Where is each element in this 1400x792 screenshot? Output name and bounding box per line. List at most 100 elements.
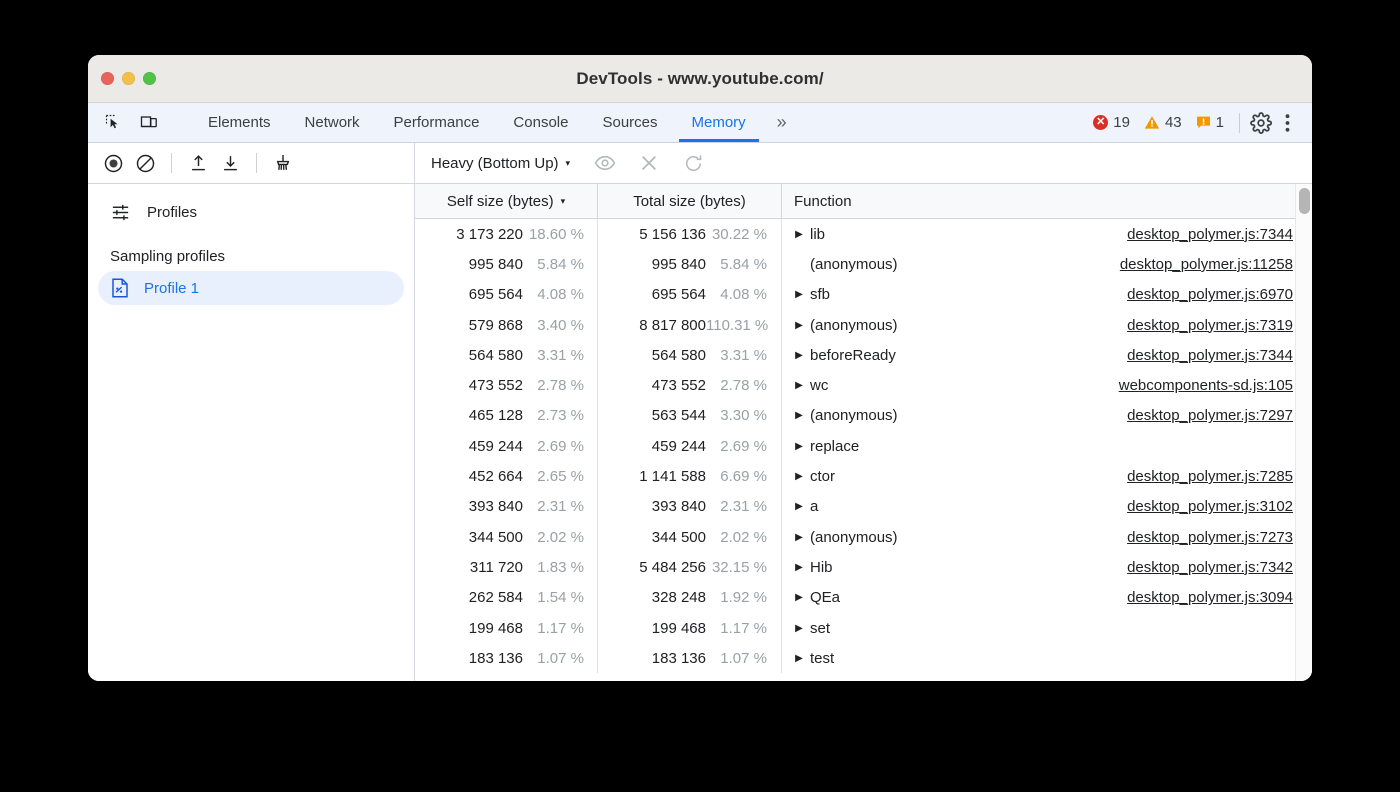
error-counter[interactable]: ✕ 19 <box>1086 114 1137 131</box>
table-row[interactable]: 311 7201.83 %5 484 25632.15 %▶Hibdesktop… <box>415 552 1295 582</box>
expand-triangle-icon[interactable]: ▶ <box>792 470 806 484</box>
total-size-value: 8 817 800 <box>598 317 706 334</box>
expand-triangle-icon[interactable]: ▶ <box>792 439 806 453</box>
cell-total-size: 473 5522.78 % <box>598 370 782 400</box>
more-tabs-icon[interactable]: » <box>763 103 801 142</box>
table-scrollbar-thumb[interactable] <box>1299 188 1310 214</box>
source-link[interactable]: desktop_polymer.js:3102 <box>1127 498 1293 515</box>
self-size-percent: 2.73 % <box>523 407 591 424</box>
self-size-value: 465 128 <box>415 407 523 424</box>
table-row[interactable]: 473 5522.78 %473 5522.78 %▶wcwebcomponen… <box>415 370 1295 400</box>
source-link[interactable]: desktop_polymer.js:6970 <box>1127 286 1293 303</box>
table-row[interactable]: 995 8405.84 %995 8405.84 %(anonymous)des… <box>415 249 1295 279</box>
load-upload-icon[interactable] <box>185 150 211 176</box>
expand-triangle-icon[interactable]: ▶ <box>792 591 806 605</box>
info-counter[interactable]: 1 <box>1189 114 1231 131</box>
table-row[interactable]: 579 8683.40 %8 817 800110.31 %▶(anonymou… <box>415 310 1295 340</box>
source-link[interactable]: desktop_polymer.js:7273 <box>1127 529 1293 546</box>
save-download-icon[interactable] <box>217 150 243 176</box>
source-link[interactable]: desktop_polymer.js:7342 <box>1127 559 1293 576</box>
view-mode-dropdown[interactable]: Heavy (Bottom Up) ▾ <box>425 152 576 175</box>
minimize-window-button[interactable] <box>122 72 135 85</box>
cell-function: ▶ctordesktop_polymer.js:7285 <box>782 461 1295 491</box>
expand-triangle-icon[interactable]: ▶ <box>792 409 806 423</box>
cell-self-size: 564 5803.31 % <box>415 340 598 370</box>
table-row[interactable]: 183 1361.07 %183 1361.07 %▶test <box>415 643 1295 673</box>
table-row[interactable]: 459 2442.69 %459 2442.69 %▶replace <box>415 431 1295 461</box>
table-row[interactable]: 3 173 22018.60 %5 156 13630.22 %▶libdesk… <box>415 219 1295 249</box>
table-row[interactable]: 465 1282.73 %563 5443.30 %▶(anonymous)de… <box>415 401 1295 431</box>
focus-eye-icon[interactable] <box>592 150 618 176</box>
collect-garbage-broom-icon[interactable] <box>270 150 296 176</box>
tab-memory[interactable]: Memory <box>675 103 763 142</box>
clear-icon[interactable] <box>132 150 158 176</box>
restore-refresh-icon[interactable] <box>680 150 706 176</box>
source-link[interactable]: webcomponents-sd.js:105 <box>1119 377 1293 394</box>
source-link[interactable]: desktop_polymer.js:3094 <box>1127 589 1293 606</box>
tab-network[interactable]: Network <box>288 103 377 142</box>
device-toolbar-icon[interactable] <box>136 110 162 136</box>
expand-triangle-icon[interactable]: ▶ <box>792 621 806 635</box>
source-link[interactable]: desktop_polymer.js:7297 <box>1127 407 1293 424</box>
warning-counter[interactable]: 43 <box>1137 114 1189 131</box>
gear-icon[interactable] <box>1248 110 1274 136</box>
table-row[interactable]: 564 5803.31 %564 5803.31 %▶beforeReadyde… <box>415 340 1295 370</box>
source-link[interactable]: desktop_polymer.js:7344 <box>1127 347 1293 364</box>
table-row[interactable]: 199 4681.17 %199 4681.17 %▶set <box>415 613 1295 643</box>
profile-table: Self size (bytes) ▾ Total size (bytes) F… <box>415 184 1295 681</box>
close-window-button[interactable] <box>101 72 114 85</box>
tab-sources[interactable]: Sources <box>585 103 674 142</box>
table-row[interactable]: 393 8402.31 %393 8402.31 %▶adesktop_poly… <box>415 492 1295 522</box>
table-row[interactable]: 695 5644.08 %695 5644.08 %▶sfbdesktop_po… <box>415 280 1295 310</box>
column-header-total-size[interactable]: Total size (bytes) <box>598 184 782 218</box>
function-name: (anonymous) <box>810 317 898 334</box>
total-size-percent: 2.31 % <box>706 498 774 515</box>
cell-self-size: 473 5522.78 % <box>415 370 598 400</box>
cell-function: ▶ (anonymous) desktop_polymer.js:7319 <box>782 310 1295 340</box>
expand-triangle-icon[interactable]: ▶ <box>792 530 806 544</box>
expand-triangle-icon[interactable]: ▶ <box>792 379 806 393</box>
tab-label: Network <box>305 114 360 131</box>
expand-triangle-icon[interactable]: ▶ <box>792 560 806 574</box>
tab-elements[interactable]: Elements <box>191 103 288 142</box>
tab-performance[interactable]: Performance <box>377 103 497 142</box>
record-icon[interactable] <box>100 150 126 176</box>
expand-triangle-icon[interactable]: ▶ <box>792 500 806 514</box>
function-name: (anonymous) <box>810 529 898 546</box>
expand-triangle-icon[interactable]: ▶ <box>792 288 806 302</box>
column-header-self-size[interactable]: Self size (bytes) ▾ <box>415 184 598 218</box>
expand-triangle-icon[interactable]: ▶ <box>792 318 806 332</box>
self-size-percent: 1.07 % <box>523 650 591 667</box>
total-size-value: 183 136 <box>598 650 706 667</box>
maximize-window-button[interactable] <box>143 72 156 85</box>
sidebar-item-profile-1[interactable]: Profile 1 <box>98 271 404 305</box>
table-row[interactable]: 452 6642.65 %1 141 5886.69 %▶ctordesktop… <box>415 461 1295 491</box>
cell-self-size: 465 1282.73 % <box>415 401 598 431</box>
total-size-value: 564 580 <box>598 347 706 364</box>
self-size-value: 695 564 <box>415 286 523 303</box>
tab-console[interactable]: Console <box>496 103 585 142</box>
more-vertical-icon[interactable] <box>1274 110 1300 136</box>
column-header-function[interactable]: Function <box>782 184 1295 218</box>
memory-sidebar: Profiles Sampling profiles Profile 1 <box>88 184 415 681</box>
self-size-value: 3 173 220 <box>415 226 523 243</box>
source-link[interactable]: desktop_polymer.js:11258 <box>1120 256 1293 273</box>
source-link[interactable]: desktop_polymer.js:7344 <box>1127 226 1293 243</box>
self-size-percent: 3.40 % <box>523 317 591 334</box>
expand-triangle-icon[interactable]: ▶ <box>792 651 806 665</box>
table-row[interactable]: 344 5002.02 %344 5002.02 %▶(anonymous)de… <box>415 522 1295 552</box>
source-link[interactable]: desktop_polymer.js:7285 <box>1127 468 1293 485</box>
tab-label: Performance <box>394 114 480 131</box>
expand-triangle-icon[interactable]: ▶ <box>792 348 806 362</box>
table-row[interactable]: 262 5841.54 %328 2481.92 %▶QEadesktop_po… <box>415 583 1295 613</box>
total-size-value: 5 156 136 <box>598 226 706 243</box>
expand-triangle-icon[interactable]: ▶ <box>792 227 806 241</box>
delete-x-icon[interactable] <box>636 150 662 176</box>
tabbar-right-group: ✕ 19 43 <box>1086 103 1312 142</box>
sidebar-item-profiles[interactable]: Profiles <box>88 194 414 230</box>
cell-total-size: 393 8402.31 % <box>598 492 782 522</box>
cell-function: (anonymous)desktop_polymer.js:11258 <box>782 249 1295 279</box>
inspect-element-icon[interactable] <box>100 110 126 136</box>
table-scrollbar-track[interactable] <box>1295 184 1312 681</box>
source-link[interactable]: desktop_polymer.js:7319 <box>1127 317 1293 334</box>
